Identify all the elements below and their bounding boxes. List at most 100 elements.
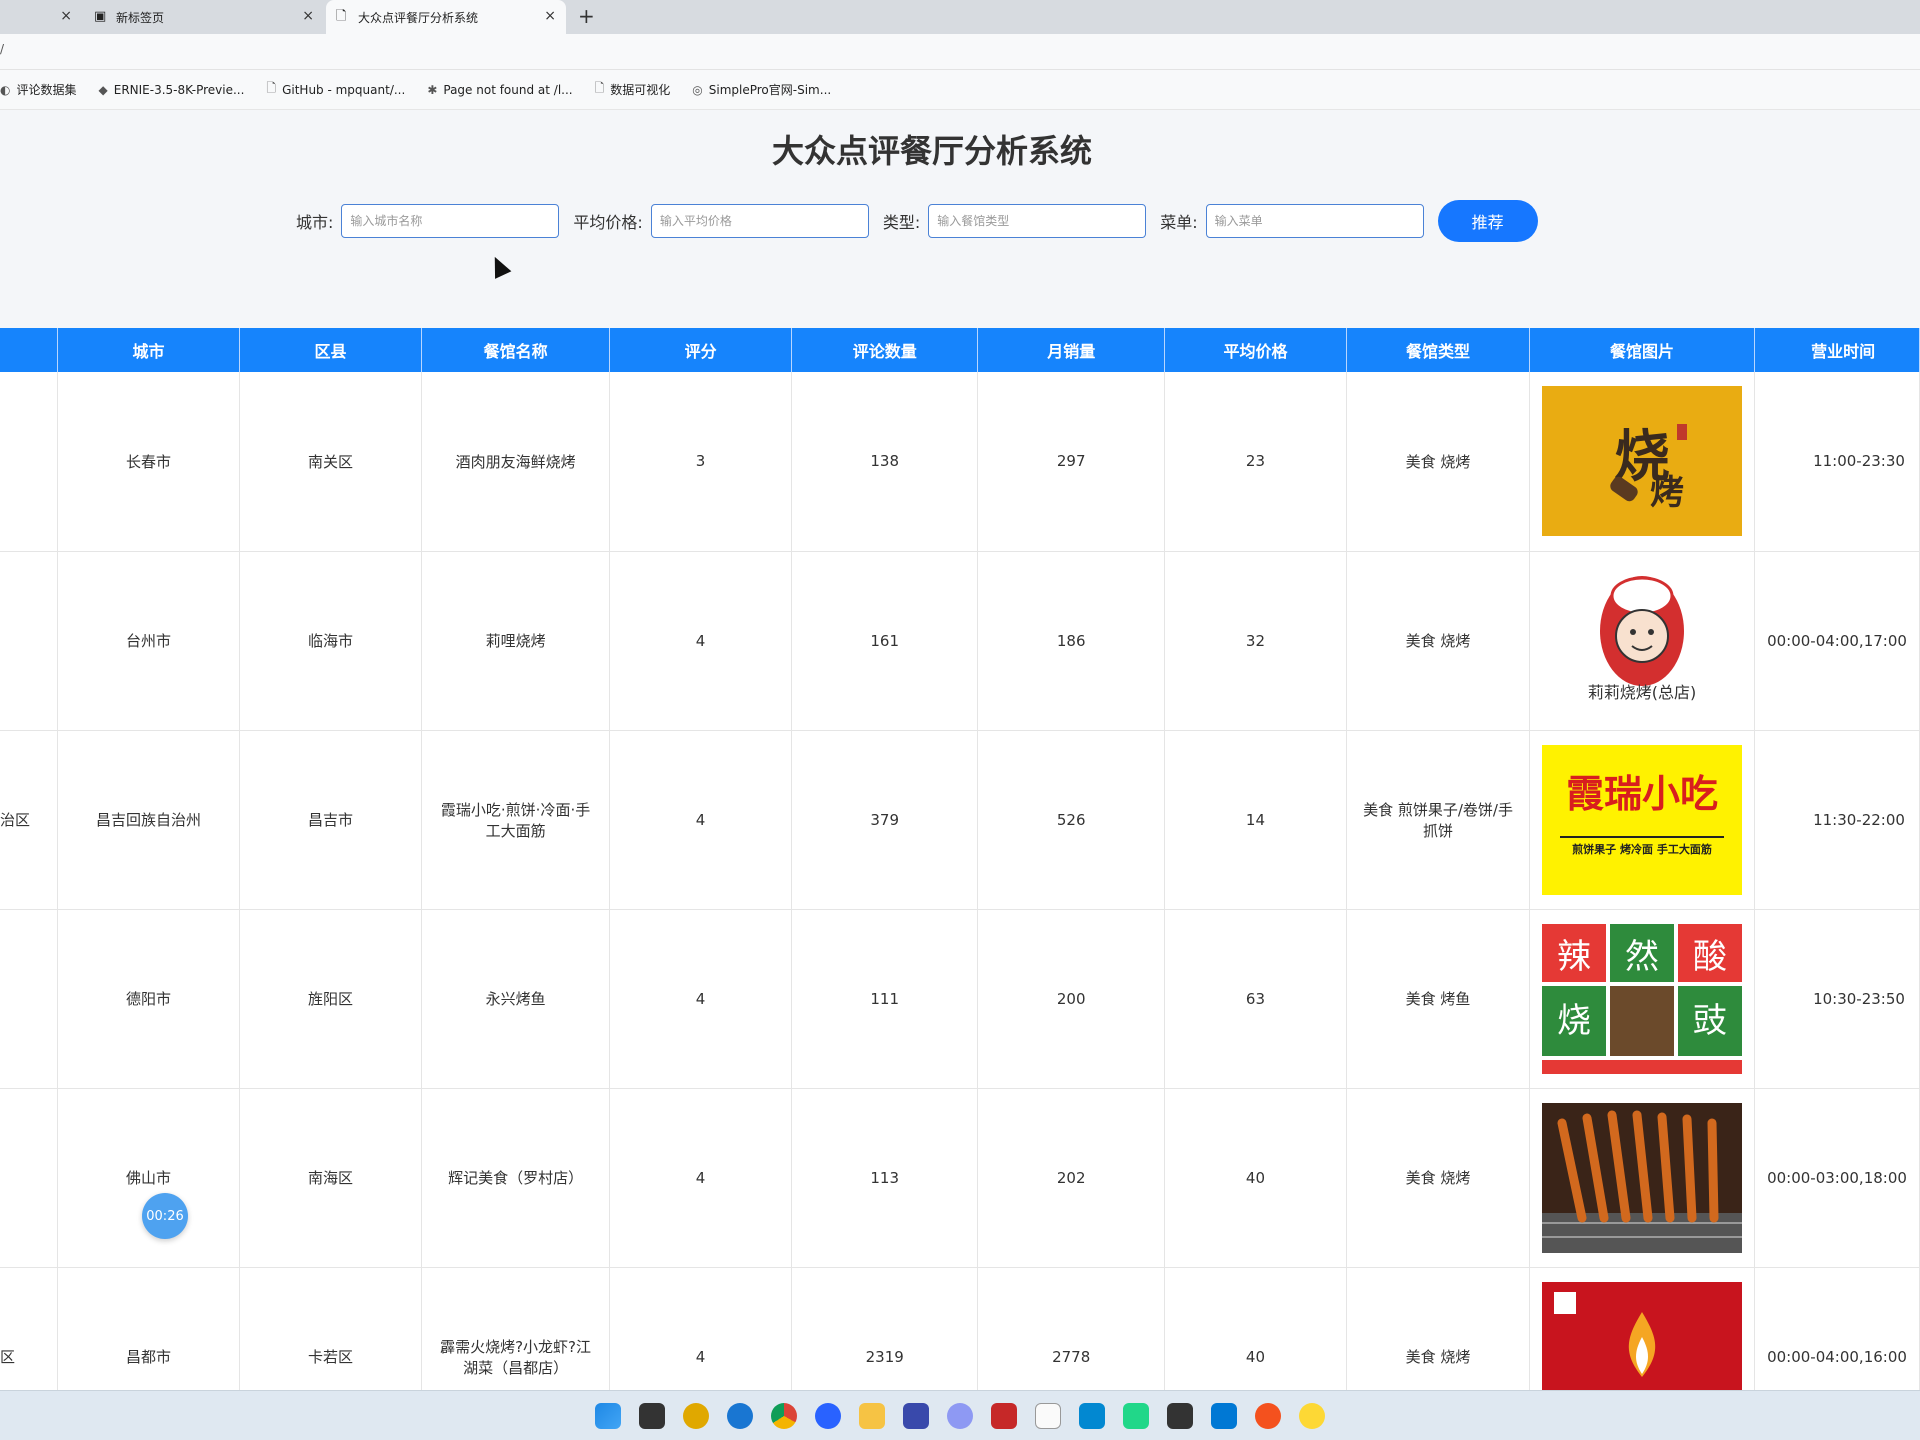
recommend-button[interactable]: 推荐 xyxy=(1437,200,1538,242)
hours-cell: 00:00-03:00,18:00 xyxy=(1754,1088,1920,1268)
type-label: 类型: xyxy=(882,213,921,232)
type-cell: 美食 煎饼果子/卷饼/手抓饼 xyxy=(1346,730,1531,910)
city-label: 城市: xyxy=(296,213,334,232)
new-tab-icon[interactable]: + xyxy=(578,4,595,28)
type-input[interactable] xyxy=(928,204,1147,238)
reviews-cell: 379 xyxy=(791,730,979,910)
close-tab-icon[interactable]: × xyxy=(60,8,72,24)
rating-cell: 3 xyxy=(609,372,792,552)
browser-tabbar: × ▣ 新标签页 × 🗋 大众点评餐厅分析系统 × + xyxy=(0,0,1920,34)
bookmark-item[interactable]: ◆ ERNIE-3.5-8K-Previe... xyxy=(99,83,245,97)
app-icon[interactable] xyxy=(991,1402,1017,1429)
menu-input[interactable] xyxy=(1205,204,1424,238)
svg-text:酸: 酸 xyxy=(1693,937,1727,977)
province-cell xyxy=(0,551,59,731)
column-header[interactable]: 城市 xyxy=(57,328,241,372)
district-cell: 昌吉市 xyxy=(239,730,422,910)
pycharm-icon[interactable] xyxy=(1123,1402,1149,1429)
column-header[interactable]: 营业时间 xyxy=(1754,328,1920,372)
hours-cell: 11:30-22:00 xyxy=(1754,730,1920,910)
avg-price-cell: 63 xyxy=(1164,909,1348,1089)
name-cell: 霞瑞小吃·煎饼·冷面·手工大面筋 xyxy=(421,730,611,910)
table-row: 佛山市 南海区 辉记美食（罗村店） 4 113 202 40 美食 烧烤 00:… xyxy=(0,1088,1920,1268)
column-header[interactable]: 平均价格 xyxy=(1164,328,1348,372)
column-header[interactable]: 餐馆类型 xyxy=(1346,328,1531,372)
svg-text:烤: 烤 xyxy=(1650,473,1684,513)
avg-price-cell: 40 xyxy=(1164,1088,1348,1268)
table-row: 台州市 临海市 莉哩烧烤 4 161 186 32 美食 烧烤 莉莉烧烤(总店)… xyxy=(0,551,1920,731)
vscode-icon[interactable] xyxy=(1211,1402,1237,1429)
city-cell: 佛山市 xyxy=(57,1088,241,1268)
windows-start-icon[interactable] xyxy=(595,1402,621,1429)
bookmark-item[interactable]: ◎ SimplePro官网-Sim... xyxy=(692,81,831,98)
name-cell: 辉记美食（罗村店） xyxy=(421,1088,611,1268)
edge-browser-icon[interactable] xyxy=(727,1402,753,1429)
app-icon[interactable] xyxy=(903,1402,929,1429)
table-row: 德阳市 旌阳区 永兴烤鱼 4 111 200 63 美食 烤鱼 辣 然 酸 烧 … xyxy=(0,909,1920,1089)
task-view-icon[interactable] xyxy=(639,1402,665,1429)
column-header[interactable] xyxy=(0,328,59,372)
rating-cell: 4 xyxy=(609,730,792,910)
column-header[interactable]: 餐馆名称 xyxy=(421,328,611,372)
file-explorer-icon[interactable] xyxy=(859,1402,885,1429)
document-icon: 🗋 xyxy=(594,81,605,95)
menu-label: 菜单: xyxy=(1160,213,1198,232)
tab-new-tab[interactable]: ▣ 新标签页 × xyxy=(84,0,324,34)
bookmark-item[interactable]: 🗋 GitHub - mpquant/... xyxy=(266,79,405,100)
province-cell xyxy=(0,1088,59,1268)
address-bar[interactable]: / xyxy=(0,34,1920,70)
app-icon[interactable] xyxy=(1299,1402,1325,1429)
monthly-sales-cell: 202 xyxy=(977,1088,1165,1268)
bookmark-item[interactable]: ◐ 评论数据集 xyxy=(0,81,77,98)
bookmark-item[interactable]: ✱ Page not found at /l... xyxy=(427,83,572,97)
table-row: 长春市 南关区 酒肉朋友海鲜烧烤 3 138 297 23 美食 烧烤 烧 烤 xyxy=(0,372,1920,552)
tab-previous[interactable]: × xyxy=(0,0,82,34)
province-cell: 区 xyxy=(0,1267,59,1390)
hours-cell: 10:30-23:50 xyxy=(1754,909,1920,1089)
svg-text:豉: 豉 xyxy=(1693,1001,1727,1041)
app-icon[interactable] xyxy=(1079,1402,1105,1429)
province-cell: 治区 xyxy=(0,730,59,910)
restaurant-image: 莉莉烧烤(总店) xyxy=(1542,565,1743,716)
reviews-cell: 161 xyxy=(791,551,979,731)
app-icon[interactable] xyxy=(1255,1402,1281,1429)
bookmark-item[interactable]: 🗋 数据可视化 xyxy=(595,79,671,100)
bookmark-label: 评论数据集 xyxy=(16,83,77,97)
column-header[interactable]: 月销量 xyxy=(977,328,1165,372)
os-taskbar xyxy=(0,1390,1920,1440)
terminal-icon[interactable] xyxy=(1167,1402,1193,1429)
bookmark-label: 数据可视化 xyxy=(610,83,671,97)
price-input[interactable] xyxy=(650,204,869,238)
bookmark-icon: ◐ xyxy=(0,82,11,97)
table-row: 治区 昌吉回族自治州 昌吉市 霞瑞小吃·煎饼·冷面·手工大面筋 4 379 52… xyxy=(0,730,1920,910)
tab-active[interactable]: 🗋 大众点评餐厅分析系统 × xyxy=(326,0,566,34)
hours-cell: 00:00-04:00,17:00 xyxy=(1754,551,1920,731)
column-header[interactable]: 区县 xyxy=(239,328,422,372)
city-input[interactable] xyxy=(341,204,560,238)
type-cell: 美食 烧烤 xyxy=(1346,1088,1531,1268)
image-cell xyxy=(1529,1088,1756,1268)
district-cell: 南关区 xyxy=(239,372,422,552)
column-header[interactable]: 评论数量 xyxy=(791,328,979,372)
image-cell: 烧 烤 xyxy=(1529,372,1756,552)
filter-form: 城市: 平均价格: 类型: 菜单: 推荐 xyxy=(296,200,1538,242)
tab-label: 新标签页 xyxy=(116,10,165,25)
district-cell: 卡若区 xyxy=(239,1267,422,1390)
bookmark-icon: ◆ xyxy=(98,82,108,97)
reviews-cell: 2319 xyxy=(791,1267,979,1390)
city-cell: 德阳市 xyxy=(57,909,241,1089)
app-icon[interactable] xyxy=(683,1402,709,1429)
column-header[interactable]: 评分 xyxy=(609,328,792,372)
url-text: / xyxy=(0,42,5,56)
chrome-browser-icon[interactable] xyxy=(771,1402,797,1429)
typora-icon[interactable] xyxy=(1035,1402,1061,1429)
province-cell xyxy=(0,909,59,1089)
type-cell: 美食 烧烤 xyxy=(1346,551,1531,731)
column-header[interactable]: 餐馆图片 xyxy=(1529,328,1756,372)
close-tab-icon[interactable]: × xyxy=(544,8,556,24)
app-icon[interactable] xyxy=(815,1402,841,1429)
close-tab-icon[interactable]: × xyxy=(302,8,314,24)
app-icon[interactable] xyxy=(947,1402,973,1429)
bookmark-label: ERNIE-3.5-8K-Previe... xyxy=(113,82,245,97)
hours-cell: 11:00-23:30 xyxy=(1754,372,1920,552)
